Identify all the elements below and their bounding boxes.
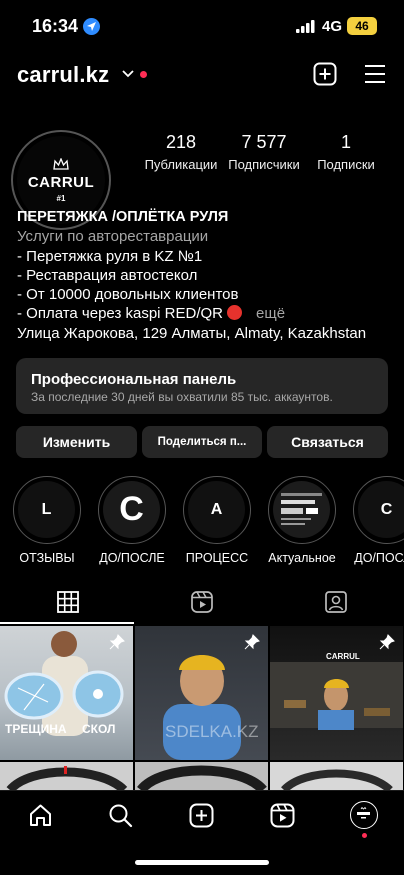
active-tab-indicator: [0, 622, 134, 624]
highlight-cover: L: [18, 481, 75, 538]
profile-name: ПЕРЕТЯЖКА /ОПЛЁТКА РУЛЯ: [17, 209, 229, 225]
stat-posts-label: Публикации: [144, 157, 218, 172]
bio-line: - Перетяжка руля в KZ №1: [17, 247, 203, 265]
post-thumbnail[interactable]: [270, 762, 403, 790]
home-icon[interactable]: [28, 803, 53, 828]
highlight-label: ДО/ПОСЛЕ: [354, 551, 404, 565]
highlight-label: ДО/ПОСЛЕ: [99, 551, 165, 565]
highlight-ring: A: [183, 476, 251, 544]
highlight-cover-document: [273, 481, 330, 538]
bio-line-text: - Оплата через kaspi RED/QR: [17, 305, 224, 323]
contact-button[interactable]: Связаться: [267, 426, 388, 458]
bio-line: - От 10000 довольных клиентов: [17, 286, 239, 304]
highlight-reviews[interactable]: L ОТЗЫВЫ: [13, 476, 81, 565]
highlight-before-after[interactable]: C ДО/ПОСЛЕ: [98, 476, 166, 565]
profile-bio: ПЕРЕТЯЖКА /ОПЛЁТКА РУЛЯ Услуги по авторе…: [17, 208, 397, 343]
post-thumbnail[interactable]: SDELKA.KZ: [135, 626, 268, 760]
highlight-label: ОТЗЫВЫ: [19, 551, 75, 565]
post-image-steering-wheel: [137, 765, 267, 790]
red-circle-emoji-icon: [227, 305, 243, 321]
pro-panel-title: Профессиональная панель: [31, 371, 237, 388]
highlight-label: ПРОЦЕСС: [185, 551, 249, 565]
home-indicator: [135, 860, 269, 865]
menu-icon[interactable]: [364, 64, 386, 84]
status-bar: 16:34 4G 46: [0, 0, 404, 54]
status-time: 16:34: [32, 16, 79, 36]
crown-icon: [53, 158, 69, 170]
search-icon[interactable]: [108, 803, 133, 828]
post-thumbnail[interactable]: CARRUL: [270, 626, 403, 760]
highlight-process[interactable]: A ПРОЦЕСС: [183, 476, 251, 565]
bio-more-link[interactable]: ещё: [256, 305, 285, 322]
stat-posts-value: 218: [165, 132, 197, 152]
highlight-before-after-2[interactable]: C ДО/ПОСЛЕ: [353, 476, 404, 565]
stat-following[interactable]: 1 Подписки: [308, 132, 384, 172]
stat-followers[interactable]: 7 577 Подписчики: [224, 132, 304, 172]
profile-address[interactable]: Улица Жарокова, 129 Алматы, Almaty, Kaza…: [17, 324, 397, 343]
pin-icon: [244, 634, 260, 650]
share-profile-button[interactable]: Поделиться п...: [142, 426, 262, 458]
profile-category: Услуги по автореставрации: [17, 228, 209, 246]
edit-profile-button[interactable]: Изменить: [16, 426, 137, 458]
post-caption-chip: СКОЛ: [82, 722, 116, 736]
post-thumbnail[interactable]: ТРЕЩИНА СКОЛ: [0, 626, 133, 760]
highlight-cover: C: [358, 481, 404, 538]
profile-tabs: [0, 584, 404, 624]
avatar-logo-text: CARRUL: [27, 174, 95, 191]
stat-followers-value: 7 577: [241, 132, 287, 152]
post-image-steering-wheel: [6, 766, 128, 790]
profile-avatar-mini-icon: [357, 806, 370, 819]
pin-icon: [379, 634, 395, 650]
document-thumbnail-icon: [281, 493, 322, 525]
reels-tab-icon[interactable]: [191, 591, 213, 613]
highlight-ring: C: [353, 476, 404, 544]
post-image-steering-wheel: [281, 769, 393, 790]
highlight-label: Актуальное: [268, 551, 336, 565]
battery-indicator: 46: [347, 17, 377, 35]
tagged-tab-icon[interactable]: [325, 591, 347, 613]
bio-line-payment: - Оплата через kaspi RED/QR ещё: [17, 304, 397, 323]
profile-tab-avatar[interactable]: [350, 801, 378, 829]
notification-dot: [362, 833, 367, 838]
profile-header: carrul.kz: [0, 58, 404, 94]
pro-panel-subtitle: За последние 30 дней вы охватили 85 тыс.…: [31, 390, 333, 404]
pin-icon: [109, 634, 125, 650]
stat-followers-label: Подписчики: [228, 157, 300, 172]
professional-dashboard[interactable]: Профессиональная панель За последние 30 …: [16, 358, 388, 414]
highlight-actual[interactable]: Актуальное: [268, 476, 336, 565]
highlight-ring: [268, 476, 336, 544]
stat-following-label: Подписки: [317, 157, 375, 172]
network-type: 4G: [322, 18, 343, 35]
notification-dot: [140, 71, 147, 78]
stat-posts[interactable]: 218 Публикации: [140, 132, 222, 172]
location-arrow-icon: [83, 18, 100, 35]
account-switcher[interactable]: carrul.kz: [17, 62, 109, 88]
highlight-cover: C: [103, 481, 160, 538]
post-caption-crack: ТРЕЩИНА: [5, 722, 67, 736]
create-post-icon[interactable]: [313, 62, 337, 86]
highlight-ring: L: [13, 476, 81, 544]
post-watermark: SDELKA.KZ: [165, 722, 259, 741]
bio-line: - Реставрация автостекол: [17, 266, 198, 284]
reels-icon[interactable]: [270, 803, 295, 828]
post-sign: CARRUL: [326, 652, 360, 661]
create-icon[interactable]: [189, 803, 214, 828]
grid-tab-icon[interactable]: [57, 591, 79, 613]
highlight-cover: A: [188, 481, 245, 538]
post-thumbnail[interactable]: [135, 762, 268, 790]
stat-following-value: 1: [340, 132, 351, 152]
cellular-signal-icon: [296, 20, 315, 33]
highlight-ring: C: [98, 476, 166, 544]
avatar-logo-sub: #1: [56, 194, 66, 203]
chevron-down-icon[interactable]: [122, 70, 134, 78]
post-thumbnail[interactable]: [0, 762, 133, 790]
